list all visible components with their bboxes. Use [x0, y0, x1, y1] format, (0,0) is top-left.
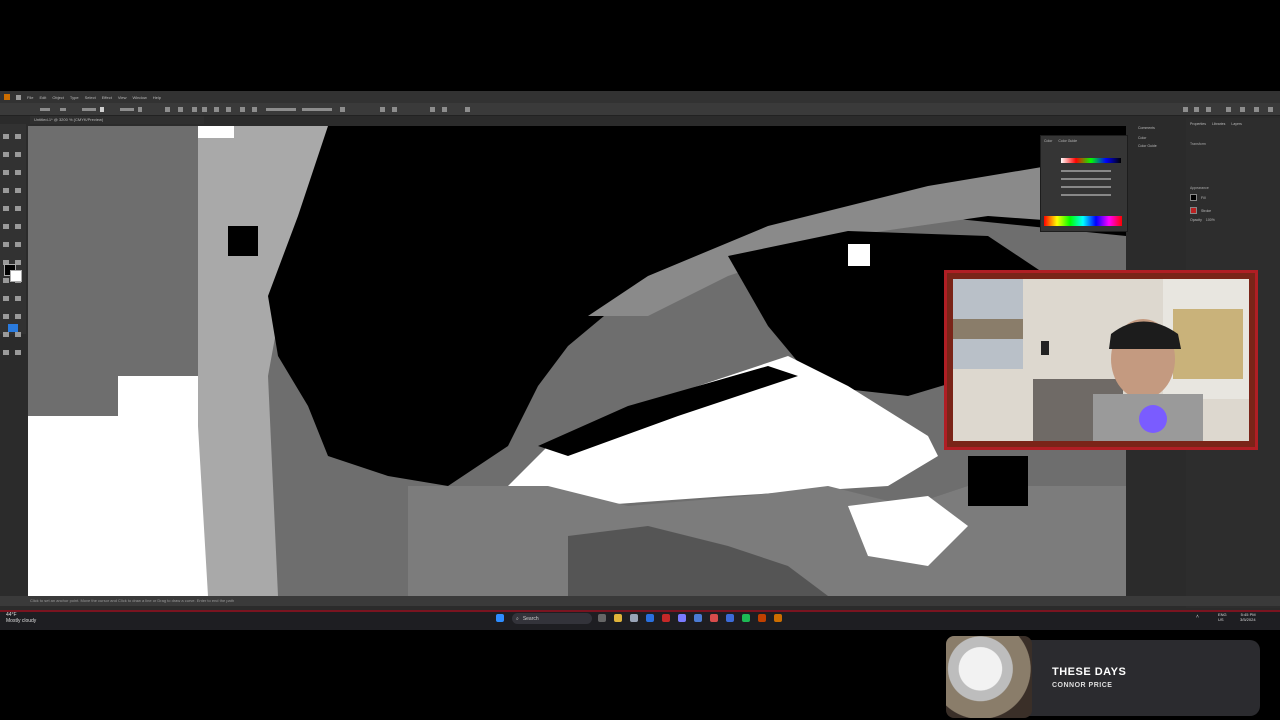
hand-tool-icon[interactable]: [3, 350, 9, 355]
m-slider[interactable]: [1061, 178, 1111, 180]
c-slider[interactable]: [1061, 170, 1111, 172]
paintbrush-tool-icon[interactable]: [15, 188, 21, 193]
tab-color-guide[interactable]: Color Guide: [1058, 139, 1077, 143]
menu-bar: File Edit Object Type Select Effect View…: [0, 91, 1280, 103]
opacity-value[interactable]: 100%: [1206, 218, 1215, 222]
illustrator-icon[interactable]: [774, 614, 782, 622]
scale-tool-icon[interactable]: [15, 224, 21, 229]
stroke-swatch[interactable]: [10, 270, 22, 282]
artboard-tool-icon[interactable]: [3, 332, 9, 337]
menu-help[interactable]: Help: [153, 95, 161, 100]
edit-toolbar-icon[interactable]: [8, 324, 18, 332]
zoom-tool-icon[interactable]: [15, 350, 21, 355]
color-tab[interactable]: Color: [1128, 134, 1186, 142]
k-slider[interactable]: [1061, 194, 1111, 196]
ai-logo-icon: [4, 94, 10, 100]
tab-color[interactable]: Color: [1044, 139, 1052, 143]
album-art: [946, 636, 1032, 718]
fill-label: Fill: [1201, 195, 1206, 200]
opacity-label: Opacity: [1190, 218, 1202, 222]
curvature-tool-icon[interactable]: [15, 152, 21, 157]
mesh-tool-icon[interactable]: [3, 278, 9, 283]
clock[interactable]: 5:45 PM 3/5/2024: [1240, 612, 1256, 622]
home-icon[interactable]: [16, 94, 21, 100]
stroke-color-icon[interactable]: [1190, 207, 1197, 214]
search-placeholder: Search: [522, 615, 539, 622]
document-tab[interactable]: Untitled-1* @ 3200 % (CMYK/Preview): [30, 116, 204, 124]
tab-properties[interactable]: Properties: [1190, 122, 1206, 126]
recent-colors-swatches[interactable]: [1061, 158, 1121, 163]
free-transform-tool-icon[interactable]: [15, 242, 21, 247]
app-icon[interactable]: [694, 614, 702, 622]
windows-taskbar: [0, 610, 1280, 630]
color-guide-tab[interactable]: Color Guide: [1128, 142, 1186, 150]
menu-object[interactable]: Object: [52, 95, 64, 100]
graph-tool-icon[interactable]: [15, 314, 21, 319]
eyedropper-tool-icon[interactable]: [3, 296, 9, 301]
pencil-tool-icon[interactable]: [3, 206, 9, 211]
pen-tool-icon[interactable]: [3, 152, 9, 157]
weather-desc: Mostly cloudy: [6, 618, 37, 624]
region-label: US: [1218, 617, 1224, 622]
tab-layers[interactable]: Layers: [1231, 122, 1242, 126]
menu-view[interactable]: View: [118, 95, 127, 100]
calculator-icon[interactable]: [630, 614, 638, 622]
app-icon[interactable]: [726, 614, 734, 622]
menu-select[interactable]: Select: [85, 95, 96, 100]
status-bar: Click to set an anchor point. Move the c…: [0, 596, 1280, 606]
y-slider[interactable]: [1061, 186, 1111, 188]
tab-libraries[interactable]: Libraries: [1212, 122, 1225, 126]
weather-widget[interactable]: 44°F Mostly cloudy: [6, 612, 36, 624]
rectangle-tool-icon[interactable]: [3, 188, 9, 193]
width-tool-icon[interactable]: [3, 242, 9, 247]
app-icon[interactable]: [710, 614, 718, 622]
slice-tool-icon[interactable]: [15, 332, 21, 337]
tray-chevron-icon[interactable]: ˄: [1196, 614, 1199, 620]
edge-icon[interactable]: [646, 614, 654, 622]
streamer-image: [953, 279, 1249, 441]
type-tool-icon[interactable]: [3, 170, 9, 175]
windows-start-icon[interactable]: [496, 614, 504, 622]
webcam-feed: [953, 279, 1249, 441]
menu-edit[interactable]: Edit: [39, 95, 46, 100]
symbol-sprayer-tool-icon[interactable]: [3, 314, 9, 319]
app-icon[interactable]: [662, 614, 670, 622]
task-view-icon[interactable]: [598, 614, 606, 622]
comments-tab[interactable]: Comments: [1128, 122, 1186, 134]
blend-tool-icon[interactable]: [15, 296, 21, 301]
stroke-label: Stroke: [1201, 208, 1212, 213]
track-title: THESE DAYS: [1052, 666, 1127, 678]
menu-file[interactable]: File: [27, 95, 33, 100]
line-tool-icon[interactable]: [15, 170, 21, 175]
menu-window[interactable]: Window: [132, 95, 146, 100]
webcam-overlay: [944, 270, 1258, 450]
taskbar-search[interactable]: ⌕ Search: [512, 613, 592, 624]
search-icon: ⌕: [516, 615, 519, 622]
eraser-tool-icon[interactable]: [15, 206, 21, 211]
appearance-section-title: Appearance: [1190, 186, 1209, 190]
direct-selection-tool-icon[interactable]: [15, 134, 21, 139]
clock-date: 3/5/2024: [1240, 617, 1256, 622]
app-icon[interactable]: [678, 614, 686, 622]
fill-color-icon[interactable]: [1190, 194, 1197, 201]
status-hint: Click to set an anchor point. Move the c…: [30, 598, 235, 603]
app-icon[interactable]: [758, 614, 766, 622]
tools-panel: [0, 124, 26, 355]
control-bar: [0, 103, 1280, 116]
color-spectrum-bar[interactable]: [1044, 216, 1122, 226]
spotify-icon[interactable]: [742, 614, 750, 622]
rotate-tool-icon[interactable]: [3, 224, 9, 229]
menu-type[interactable]: Type: [70, 95, 79, 100]
control-bar-icons[interactable]: [0, 104, 1280, 116]
menu-effect[interactable]: Effect: [102, 95, 112, 100]
file-explorer-icon[interactable]: [614, 614, 622, 622]
transform-section-title: Transform: [1190, 142, 1206, 146]
language-indicator[interactable]: ENG US: [1218, 612, 1227, 622]
selection-tool-icon[interactable]: [3, 134, 9, 139]
track-artist: CONNOR PRICE: [1052, 682, 1113, 689]
